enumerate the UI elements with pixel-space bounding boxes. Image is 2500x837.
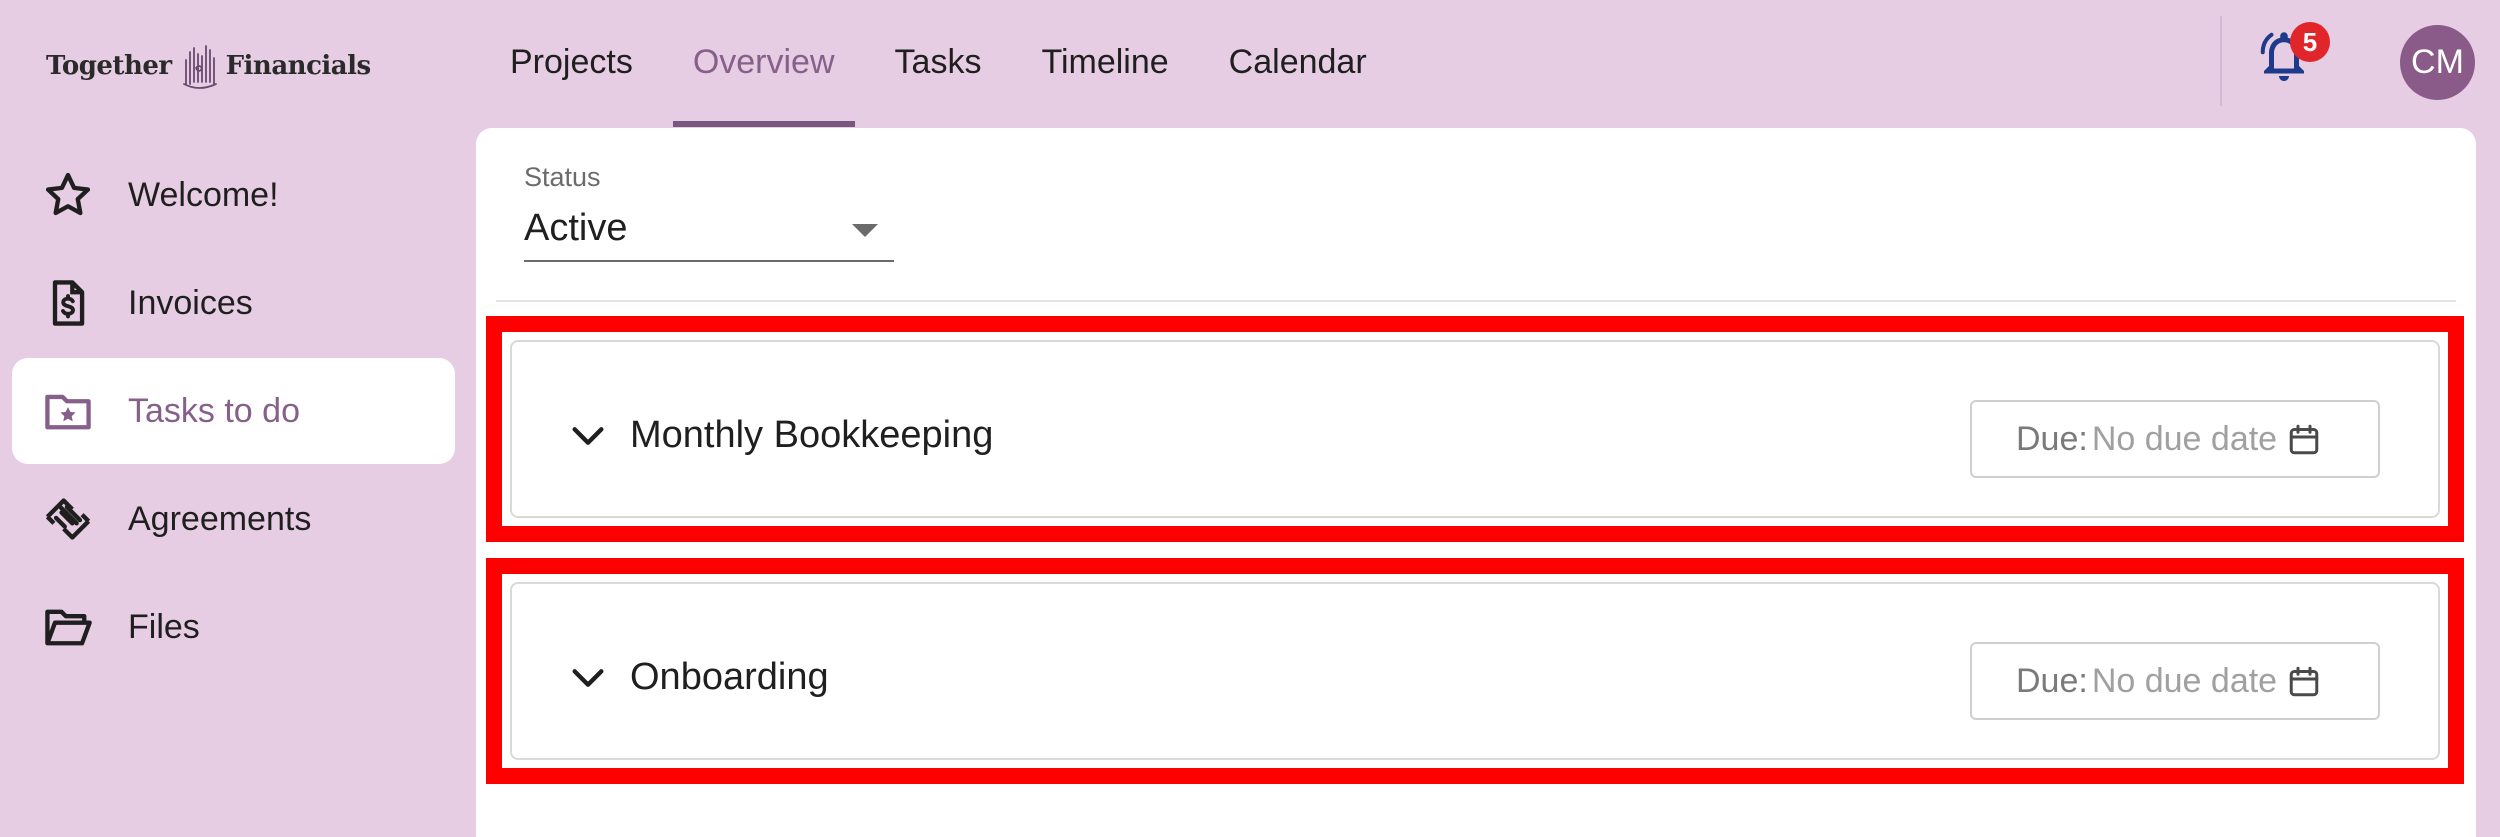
task-card-onboarding[interactable]: Onboarding Due: No due date (510, 582, 2440, 760)
status-filter-select[interactable]: Active (524, 200, 894, 262)
sidebar-item-label: Agreements (128, 499, 312, 538)
sidebar-item-label: Files (128, 607, 200, 646)
star-icon (40, 167, 96, 223)
status-filter-label: Status (524, 162, 601, 192)
sidebar: Welcome! Invoices Tasks to do Agreements… (12, 142, 455, 682)
brand-logo: Together Financials (46, 36, 371, 96)
due-value: No due date (2091, 419, 2278, 458)
sidebar-item-files[interactable]: Files (12, 574, 455, 680)
sidebar-item-label: Tasks to do (128, 391, 300, 430)
tab-projects[interactable]: Projects (480, 0, 663, 127)
task-card-monthly-bookkeeping[interactable]: Monthly Bookkeeping Due: No due date (510, 340, 2440, 518)
main-panel: Status Active Monthly Bookkeeping Due: N… (476, 128, 2476, 837)
chevron-down-icon[interactable] (568, 416, 608, 456)
sidebar-item-invoices[interactable]: Invoices (12, 250, 455, 356)
task-highlight: Monthly Bookkeeping Due: No due date (486, 316, 2464, 542)
brand-name-left: Together (46, 51, 172, 81)
status-filter-value: Active (524, 207, 628, 249)
sidebar-item-label: Welcome! (128, 175, 279, 214)
due-date-button[interactable]: Due: No due date (1970, 642, 2380, 720)
due-value: No due date (2091, 661, 2278, 700)
due-label: Due: (2016, 661, 2088, 700)
handshake-icon (40, 491, 96, 547)
tab-tasks[interactable]: Tasks (865, 0, 1012, 127)
sidebar-item-label: Invoices (128, 283, 253, 322)
sidebar-item-welcome[interactable]: Welcome! (12, 142, 455, 248)
folder-open-icon (40, 599, 96, 655)
task-highlight: Onboarding Due: No due date (486, 558, 2464, 784)
chevron-down-icon[interactable] (568, 658, 608, 698)
tab-overview[interactable]: Overview (663, 0, 865, 127)
task-title: Monthly Bookkeeping (630, 414, 994, 456)
header-divider (2220, 16, 2222, 106)
folder-star-icon (40, 383, 96, 439)
notification-count-badge: 5 (2290, 22, 2330, 62)
user-avatar[interactable]: CM (2400, 25, 2475, 100)
brand-name-right: Financials (225, 51, 372, 81)
top-navigation: Projects Overview Tasks Timeline Calenda… (480, 0, 1397, 127)
task-title: Onboarding (630, 656, 829, 698)
tab-calendar[interactable]: Calendar (1199, 0, 1397, 127)
calendar-icon (2289, 666, 2319, 697)
section-divider (496, 300, 2456, 302)
hands-logo-icon (182, 45, 217, 89)
caret-down-icon (852, 224, 878, 237)
calendar-icon (2289, 424, 2319, 455)
sidebar-item-tasks-to-do[interactable]: Tasks to do (12, 358, 455, 464)
tab-timeline[interactable]: Timeline (1011, 0, 1198, 127)
due-date-button[interactable]: Due: No due date (1970, 400, 2380, 478)
due-label: Due: (2016, 419, 2088, 458)
sidebar-item-agreements[interactable]: Agreements (12, 466, 455, 572)
invoice-icon (40, 275, 96, 331)
